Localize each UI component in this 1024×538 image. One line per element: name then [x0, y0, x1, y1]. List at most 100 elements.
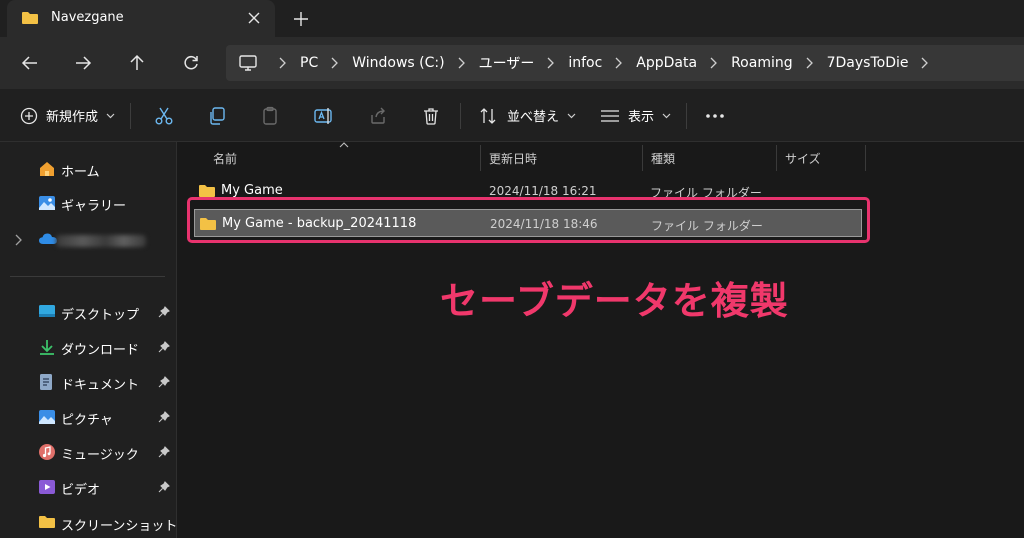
breadcrumb-item[interactable]: PC [300, 55, 318, 71]
pin-icon[interactable] [158, 411, 170, 423]
column-divider[interactable] [480, 145, 481, 171]
tab-navezgane[interactable]: Navezgane [7, 0, 275, 37]
chevron-right-icon[interactable] [457, 57, 465, 69]
chevron-right-icon[interactable] [920, 57, 929, 69]
sidebar-item-music[interactable]: ミュージック [0, 435, 177, 469]
chevron-down-icon [662, 113, 671, 119]
chevron-right-icon[interactable] [614, 57, 623, 69]
sidebar-item-home[interactable]: ホーム [0, 152, 177, 186]
sidebar-item-label: ビデオ [61, 483, 101, 498]
new-button[interactable]: 新規作成 [20, 89, 115, 142]
computer-icon[interactable] [238, 54, 258, 72]
chevron-right-icon[interactable] [546, 57, 555, 69]
chevron-right-icon[interactable] [330, 57, 339, 69]
document-icon [38, 373, 54, 391]
sidebar-item-screenshots[interactable]: スクリーンショット [0, 506, 177, 538]
column-header-name[interactable]: 名前 [213, 150, 237, 167]
breadcrumb-item[interactable]: infoc [568, 55, 602, 71]
video-icon [38, 478, 56, 496]
breadcrumb-item[interactable]: Windows (C:) [352, 55, 444, 71]
copy-button[interactable] [207, 89, 227, 142]
chevron-right-icon[interactable] [278, 57, 286, 69]
new-button-label: 新規作成 [46, 110, 99, 125]
sidebar-item-label: ドキュメント [61, 378, 140, 393]
copy-icon [207, 106, 227, 126]
desktop-icon [38, 303, 56, 319]
refresh-icon[interactable] [181, 53, 201, 73]
chevron-right-icon[interactable] [805, 57, 813, 69]
share-button[interactable] [368, 89, 388, 142]
forward-icon[interactable] [73, 53, 93, 73]
plus-icon[interactable] [292, 10, 310, 28]
annotation-text: セーブデータを複製 [440, 279, 789, 323]
sidebar-item-label: スクリーンショット [61, 519, 178, 534]
sidebar-item-label: ピクチャ [61, 413, 113, 428]
delete-button[interactable] [421, 89, 441, 142]
command-bar: 新規作成 並べ替え 表示 [0, 89, 1024, 142]
divider [130, 103, 131, 129]
sidebar-item-videos[interactable]: ビデオ [0, 470, 177, 504]
list-view-icon [600, 108, 620, 124]
close-icon[interactable] [247, 11, 261, 25]
view-button[interactable]: 表示 [600, 89, 671, 142]
view-button-label: 表示 [628, 110, 655, 125]
address-bar[interactable]: PC Windows (C:) ユーザー infoc AppData Roami… [226, 45, 1024, 81]
column-divider[interactable] [776, 145, 777, 171]
back-icon[interactable] [20, 53, 40, 73]
breadcrumb-item[interactable]: Roaming [731, 55, 793, 71]
sidebar-item-pictures[interactable]: ピクチャ [0, 400, 177, 434]
highlight-box [187, 197, 870, 243]
sidebar-item-onedrive[interactable] [0, 223, 177, 257]
column-header-modified[interactable]: 更新日時 [489, 150, 537, 167]
paste-icon [260, 106, 280, 126]
chevron-right-icon[interactable] [14, 234, 22, 246]
breadcrumb: PC Windows (C:) ユーザー infoc AppData Roami… [226, 45, 934, 81]
column-divider[interactable] [642, 145, 643, 171]
column-header-type[interactable]: 種類 [651, 150, 675, 167]
delete-icon [421, 106, 441, 126]
pin-icon[interactable] [158, 306, 170, 318]
redacted-account-name [56, 235, 146, 247]
sidebar-item-documents[interactable]: ドキュメント [0, 365, 177, 399]
sort-button[interactable]: 並べ替え [479, 89, 576, 142]
sidebar-item-desktop[interactable]: デスクトップ [0, 295, 177, 329]
pin-icon[interactable] [158, 446, 170, 458]
breadcrumb-item[interactable]: ユーザー [479, 53, 535, 73]
divider [10, 276, 165, 277]
navigation-bar: PC Windows (C:) ユーザー infoc AppData Roami… [0, 37, 1024, 89]
more-icon [705, 113, 725, 119]
breadcrumb-item[interactable]: 7DaysToDie [827, 55, 909, 71]
chevron-down-icon [106, 113, 115, 119]
sidebar-item-downloads[interactable]: ダウンロード [0, 330, 177, 364]
pin-icon[interactable] [158, 481, 170, 493]
column-divider[interactable] [865, 145, 866, 171]
paste-button[interactable] [260, 89, 280, 142]
pin-icon[interactable] [158, 376, 170, 388]
more-options-button[interactable] [705, 89, 725, 142]
divider [460, 103, 461, 129]
column-header-size[interactable]: サイズ [785, 150, 821, 167]
rename-button[interactable] [313, 89, 335, 142]
pin-icon[interactable] [158, 341, 170, 353]
sort-icon [479, 107, 499, 125]
cut-button[interactable] [154, 89, 174, 142]
file-modified: 2024/11/18 16:21 [489, 184, 597, 198]
rename-icon [313, 106, 335, 126]
navigation-pane: ホーム ギャラリー デスクトップ ダウンロード ドキュメント ピクチャ ミュージ… [0, 142, 177, 538]
sidebar-item-label: ホーム [61, 165, 100, 180]
sidebar-item-gallery[interactable]: ギャラリー [0, 186, 177, 220]
sidebar-item-label: ギャラリー [61, 199, 127, 214]
sidebar-item-label: ダウンロード [61, 343, 140, 358]
gallery-icon [38, 194, 56, 212]
divider [686, 103, 687, 129]
breadcrumb-item[interactable]: AppData [636, 55, 697, 71]
folder-icon [21, 10, 39, 26]
chevron-right-icon[interactable] [709, 57, 717, 69]
tab-title: Navezgane [51, 10, 124, 25]
folder-icon [38, 514, 56, 530]
share-icon [368, 106, 388, 126]
chevron-down-icon [567, 113, 576, 119]
up-icon[interactable] [127, 53, 147, 73]
sort-button-label: 並べ替え [507, 110, 560, 125]
add-circle-icon [20, 107, 38, 125]
